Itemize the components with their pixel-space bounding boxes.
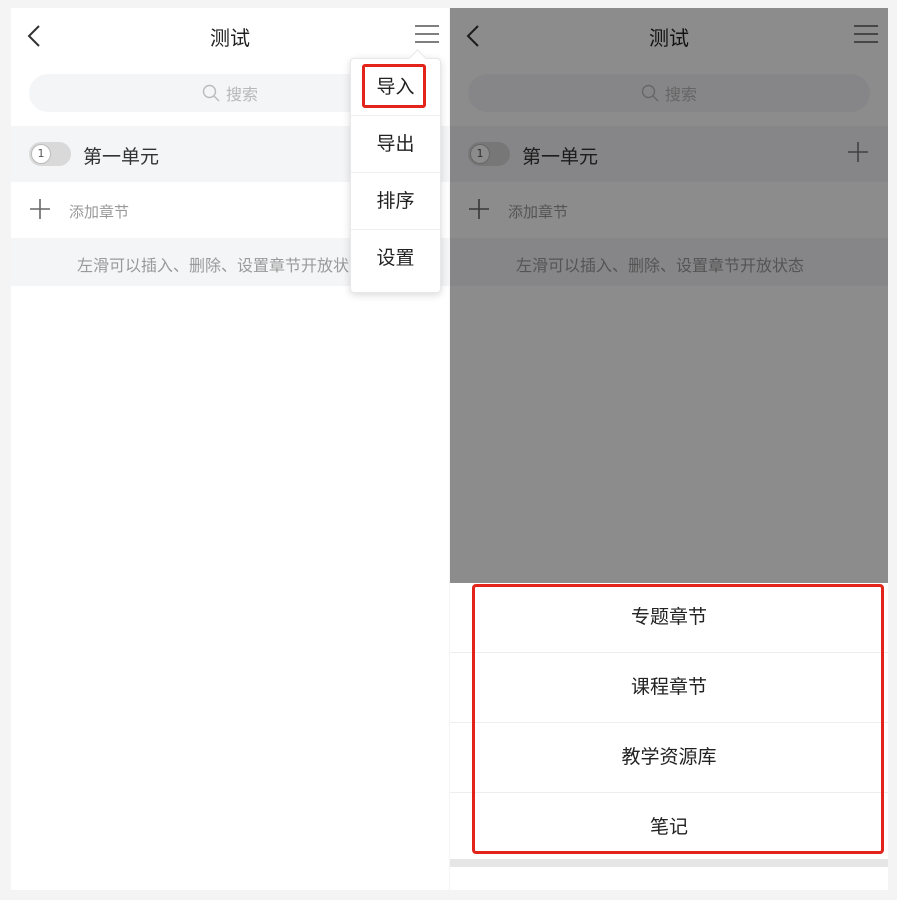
sheet-option-course-chapter[interactable]: 课程章节 xyxy=(450,653,888,723)
menu-item-import[interactable]: 导入 xyxy=(351,59,440,116)
page-title: 测试 xyxy=(210,26,250,50)
modal-overlay[interactable] xyxy=(450,8,888,583)
sheet-option-topic-chapter[interactable]: 专题章节 xyxy=(450,583,888,653)
right-screen: 测试 搜索 1 第一单元 添加章节 左滑可以插入、删除、设置章节开放状态 专题章… xyxy=(450,8,888,890)
options-dropdown: 导入 导出 排序 设置 xyxy=(350,49,441,293)
plus-icon xyxy=(30,199,50,219)
unit-number: 1 xyxy=(31,144,51,164)
sheet-option-resource-library[interactable]: 教学资源库 xyxy=(450,723,888,793)
menu-item-settings[interactable]: 设置 xyxy=(351,230,440,286)
search-placeholder: 搜索 xyxy=(225,85,258,104)
sheet-option-notes[interactable]: 笔记 xyxy=(450,793,888,862)
search-icon xyxy=(202,84,220,102)
sheet-footer xyxy=(450,859,888,867)
menu-item-sort[interactable]: 排序 xyxy=(351,173,440,230)
header: 测试 xyxy=(11,8,449,64)
menu-item-export[interactable]: 导出 xyxy=(351,116,440,173)
action-sheet: 专题章节 课程章节 教学资源库 笔记 xyxy=(450,583,888,867)
hint-text: 左滑可以插入、删除、设置章节开放状态 xyxy=(77,256,366,275)
menu-icon[interactable] xyxy=(415,24,439,44)
unit-label: 第一单元 xyxy=(83,146,160,168)
unit-toggle[interactable]: 1 xyxy=(29,142,71,166)
add-chapter-label: 添加章节 xyxy=(69,203,130,221)
